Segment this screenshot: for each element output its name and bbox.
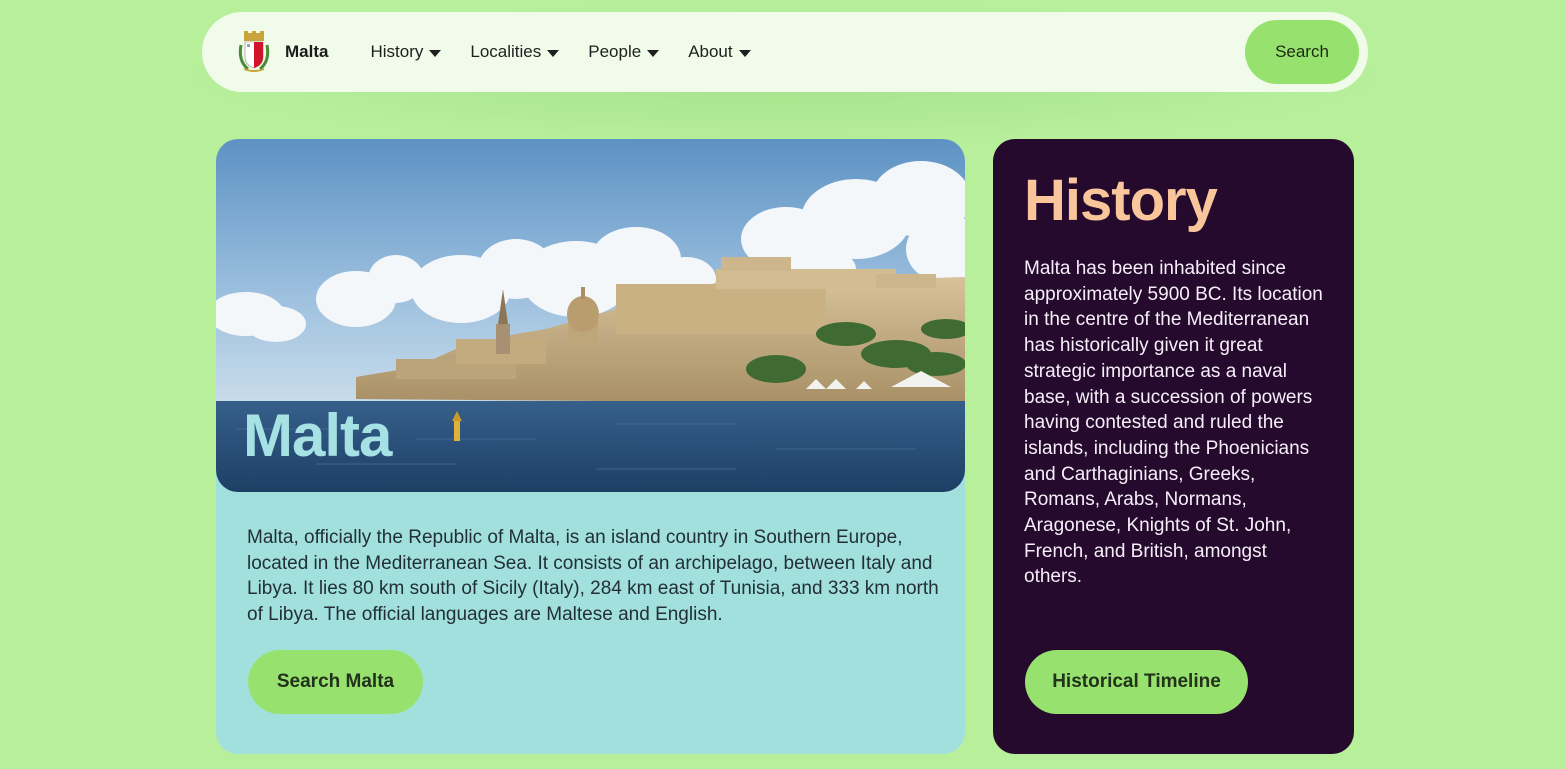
search-button[interactable]: Search (1245, 20, 1359, 84)
history-title: History (1024, 168, 1218, 233)
menu-item-label: Localities (470, 42, 542, 61)
malta-coat-of-arms-icon (238, 31, 270, 72)
main-menu: History Localities People About (370, 42, 779, 62)
hero-title: Malta (243, 402, 392, 469)
menu-item-label: History (370, 42, 424, 61)
hero-image: Malta (216, 139, 965, 492)
menu-item-label: About (688, 42, 733, 61)
historical-timeline-button[interactable]: Historical Timeline (1025, 650, 1248, 714)
history-card: History Malta has been inhabited since a… (993, 139, 1354, 754)
caret-down-icon (738, 49, 751, 57)
menu-item-label: People (588, 42, 642, 61)
malta-description: Malta, officially the Republic of Malta,… (247, 527, 939, 626)
menu-item-history[interactable]: History (370, 42, 442, 62)
brand[interactable]: Malta (238, 31, 328, 73)
brand-name: Malta (285, 42, 329, 61)
caret-down-icon (547, 49, 560, 57)
history-description: Malta has been inhabited since approxima… (1024, 258, 1323, 588)
search-malta-button[interactable]: Search Malta (248, 650, 423, 714)
menu-item-about[interactable]: About (688, 42, 751, 62)
menu-item-people[interactable]: People (588, 42, 660, 62)
menu-item-localities[interactable]: Localities (470, 42, 560, 62)
malta-intro-card: Malta Malta, officially the Republic of … (216, 139, 965, 754)
top-navbar: Malta History Localities People About Se… (202, 12, 1368, 92)
caret-down-icon (647, 49, 660, 57)
caret-down-icon (429, 49, 442, 57)
